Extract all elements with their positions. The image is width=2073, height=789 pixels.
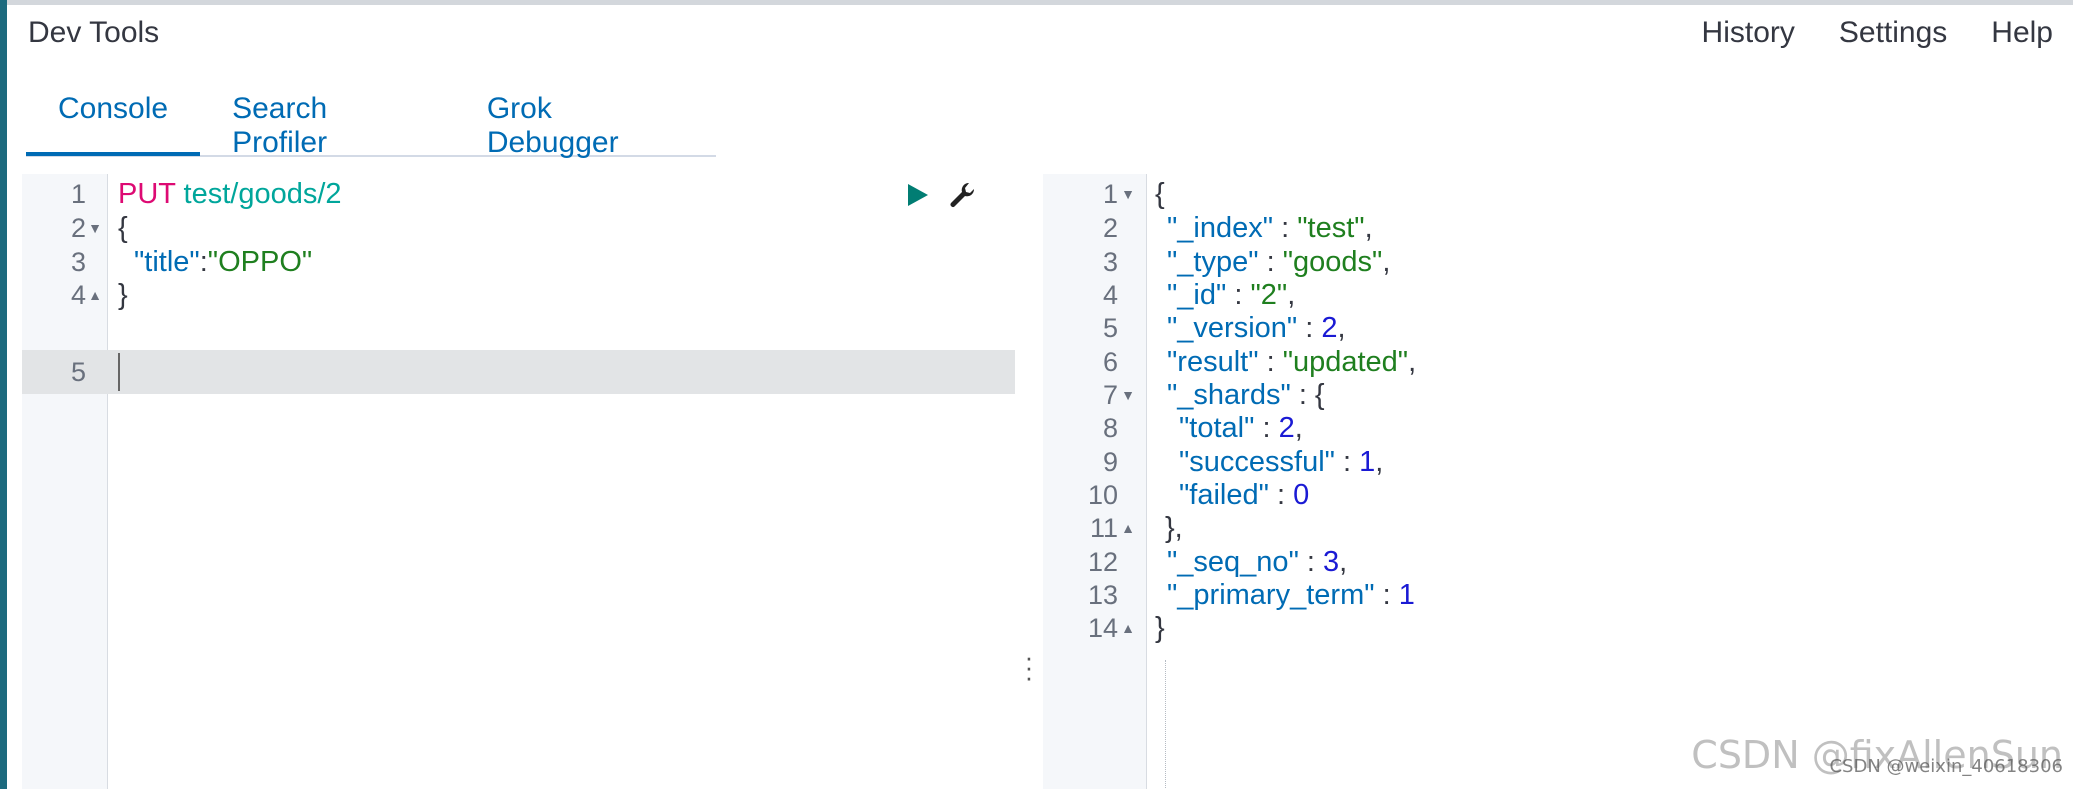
request-editor[interactable]: 1 PUT test/goods/2 2 ▼ { 3 "title":"OPPO… — [22, 174, 1015, 789]
drag-handle-icon[interactable]: · · · — [1022, 644, 1036, 690]
editor-line: 4 ▲ } — [22, 273, 1015, 317]
panel-splitter[interactable] — [1015, 174, 1043, 789]
indent-guide — [1165, 660, 1166, 789]
output-line: 14 ▲ } — [1043, 606, 2063, 650]
tab-search-profiler[interactable]: Search Profiler — [200, 70, 455, 159]
code-text: } — [1155, 612, 1165, 644]
left-accent-bar — [0, 0, 7, 789]
tab-console[interactable]: Console — [26, 70, 201, 156]
fold-up-icon[interactable]: ▲ — [88, 273, 102, 317]
history-link[interactable]: History — [1702, 16, 1795, 50]
settings-link[interactable]: Settings — [1839, 16, 1947, 50]
text-cursor — [118, 353, 120, 391]
line-number: 4 — [70, 280, 86, 310]
code-text: } — [118, 279, 128, 311]
wrench-icon[interactable] — [947, 180, 977, 210]
watermark-sub: CSDN @weixin_40618306 — [1829, 756, 2063, 777]
play-icon[interactable] — [902, 180, 932, 210]
top-menu: History Settings Help — [1702, 16, 2053, 50]
line-number: 5 — [70, 357, 86, 387]
tab-grok-debugger[interactable]: Grok Debugger — [455, 70, 716, 159]
line-number: 14 — [1087, 613, 1118, 643]
tab-bar: Console Search Profiler Grok Debugger — [26, 70, 716, 159]
editor-line: 5 — [22, 350, 1015, 394]
top-border — [7, 0, 2073, 5]
help-link[interactable]: Help — [1991, 16, 2053, 50]
app-title: Dev Tools — [28, 16, 160, 49]
response-output[interactable]: 1 ▼ { 2 "_index" : "test", 3 "_type" : "… — [1043, 174, 2063, 789]
fold-up-icon[interactable]: ▲ — [1121, 606, 1135, 650]
